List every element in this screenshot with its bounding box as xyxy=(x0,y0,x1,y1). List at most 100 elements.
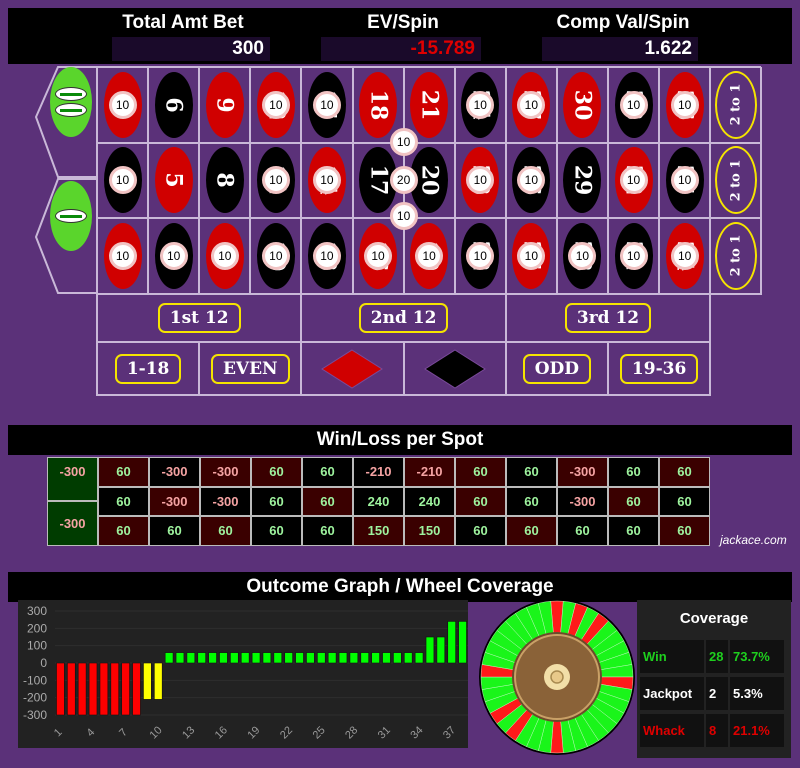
bet-chip[interactable]: 10 xyxy=(517,90,546,119)
bet-chip[interactable]: 10 xyxy=(670,90,699,119)
bet-chip[interactable]: 10 xyxy=(108,166,137,195)
winloss-cell: -210 xyxy=(404,457,455,487)
winloss-cell: 240 xyxy=(353,486,404,516)
outside-bet-cell[interactable]: ODD xyxy=(506,342,608,396)
column-bet-2to1[interactable]: 2 to 1 xyxy=(714,146,757,215)
dozen-bet-label[interactable]: 2nd 12 xyxy=(358,302,449,333)
outside-bet-label[interactable]: 1-18 xyxy=(114,353,182,384)
dozen-bet-cell[interactable]: 1st 12 xyxy=(97,294,301,342)
pocket-5[interactable]: 5 xyxy=(154,147,193,214)
pocket-0[interactable] xyxy=(50,181,92,251)
bet-chip[interactable]: 10 xyxy=(466,90,495,119)
number-cell[interactable]: 5 xyxy=(148,143,199,219)
bar-10 xyxy=(154,662,163,700)
black-diamond-icon[interactable] xyxy=(423,348,487,390)
bet-chip[interactable]: 10 xyxy=(312,166,341,195)
number-cell[interactable]: 6 xyxy=(148,67,199,143)
bet-chip[interactable]: 10 xyxy=(619,241,648,270)
winloss-cell: 60 xyxy=(251,457,302,487)
bet-chip[interactable]: 10 xyxy=(619,90,648,119)
bar-33 xyxy=(403,652,413,664)
bet-chip[interactable]: 10 xyxy=(670,241,699,270)
winloss-cell: 60 xyxy=(98,516,149,546)
column-bet-cell[interactable]: 2 to 1 xyxy=(710,218,761,294)
bet-chip[interactable]: 10 xyxy=(312,241,341,270)
bet-chip[interactable]: 10 xyxy=(619,166,648,195)
pocket-9[interactable]: 9 xyxy=(205,71,244,138)
bar-27 xyxy=(338,652,348,664)
bet-chip[interactable]: 10 xyxy=(159,241,188,270)
pocket-00[interactable] xyxy=(50,67,92,137)
pocket-6[interactable]: 6 xyxy=(154,71,193,138)
outside-bet-cell[interactable] xyxy=(301,342,403,396)
bet-chip[interactable]: 10 xyxy=(364,241,393,270)
dozen-bet-cell[interactable]: 2nd 12 xyxy=(301,294,505,342)
outside-bet-cell[interactable]: 1-18 xyxy=(97,342,199,396)
jackace-credit[interactable]: jackace.com xyxy=(720,533,787,547)
bar-13 xyxy=(186,652,196,664)
bet-chip[interactable]: 10 xyxy=(517,241,546,270)
column-bet-label: 2 to 1 xyxy=(728,159,744,202)
coverage-row: Whack 8 21.1% xyxy=(640,714,784,747)
winloss-cell: 150 xyxy=(353,516,404,546)
pocket-18[interactable]: 18 xyxy=(359,71,398,138)
number-cell[interactable]: 8 xyxy=(199,143,250,219)
bar-37 xyxy=(447,621,456,664)
coverage-title: Coverage xyxy=(679,610,749,627)
winloss-cell: 60 xyxy=(302,457,353,487)
dozen-bet-cell[interactable]: 3rd 12 xyxy=(506,294,710,342)
red-diamond-icon[interactable] xyxy=(320,348,384,390)
winloss-cell: 60 xyxy=(302,486,353,516)
bar-29 xyxy=(360,652,369,664)
outside-bet-label[interactable]: 19-36 xyxy=(619,353,699,384)
x-tick-label: 16 xyxy=(213,724,230,741)
comp-val-label: Comp Val/Spin xyxy=(556,12,690,33)
winloss-cell: -300 xyxy=(557,457,608,487)
bet-chip[interactable]: 10 xyxy=(210,241,239,270)
bet-chip[interactable]: 10 xyxy=(108,241,137,270)
winloss-cell: 60 xyxy=(659,516,710,546)
number-cell[interactable]: 29 xyxy=(557,143,608,219)
winloss-cell: 60 xyxy=(251,486,302,516)
outside-bet-label[interactable]: ODD xyxy=(522,353,592,384)
winloss-cell: 60 xyxy=(506,457,557,487)
ev-spin-value: -15.789 xyxy=(321,37,481,61)
x-tick-label: 4 xyxy=(85,726,98,739)
outside-bet-cell[interactable]: EVEN xyxy=(199,342,301,396)
winloss-cell: 60 xyxy=(506,486,557,516)
bet-chip[interactable]: 10 xyxy=(312,90,341,119)
column-bet-cell[interactable]: 2 to 1 xyxy=(710,143,761,219)
pocket-number: 30 xyxy=(569,89,596,121)
pocket-21[interactable]: 21 xyxy=(410,71,449,138)
bet-chip[interactable]: 10 xyxy=(670,166,699,195)
bet-chip[interactable]: 10 xyxy=(568,241,597,270)
pocket-29[interactable]: 29 xyxy=(563,147,602,214)
bet-chip[interactable]: 10 xyxy=(261,90,290,119)
split-bet-chip[interactable]: 10 xyxy=(389,202,418,230)
winloss-cell: 60 xyxy=(98,457,149,487)
outside-bet-label[interactable]: EVEN xyxy=(210,353,290,384)
number-cell[interactable]: 9 xyxy=(199,67,250,143)
pocket-30[interactable]: 30 xyxy=(563,71,602,138)
column-bet-2to1[interactable]: 2 to 1 xyxy=(714,70,757,139)
outside-bet-cell[interactable] xyxy=(404,342,506,396)
bet-chip[interactable]: 10 xyxy=(261,241,290,270)
coverage-label: Win xyxy=(640,640,704,673)
number-cell[interactable]: 30 xyxy=(557,67,608,143)
winloss-cell: 60 xyxy=(608,457,659,487)
y-tick-label: 200 xyxy=(27,621,47,635)
outcome-title: Outcome Graph / Wheel Coverage xyxy=(8,572,792,602)
bet-chip[interactable]: 10 xyxy=(261,166,290,195)
bet-chip[interactable]: 10 xyxy=(466,241,495,270)
column-bet-2to1[interactable]: 2 to 1 xyxy=(714,221,757,290)
bet-chip[interactable]: 10 xyxy=(108,90,137,119)
bar-24 xyxy=(306,652,315,664)
bet-chip[interactable]: 10 xyxy=(415,241,444,270)
column-bet-cell[interactable]: 2 to 1 xyxy=(710,67,761,143)
split-bet-chip[interactable]: 10 xyxy=(389,128,418,156)
outside-bet-cell[interactable]: 19-36 xyxy=(608,342,710,396)
dozen-bet-label[interactable]: 1st 12 xyxy=(157,302,241,333)
dozen-bet-label[interactable]: 3rd 12 xyxy=(564,302,652,333)
pocket-8[interactable]: 8 xyxy=(205,147,244,214)
split-bet-chip[interactable]: 20 xyxy=(389,166,418,194)
